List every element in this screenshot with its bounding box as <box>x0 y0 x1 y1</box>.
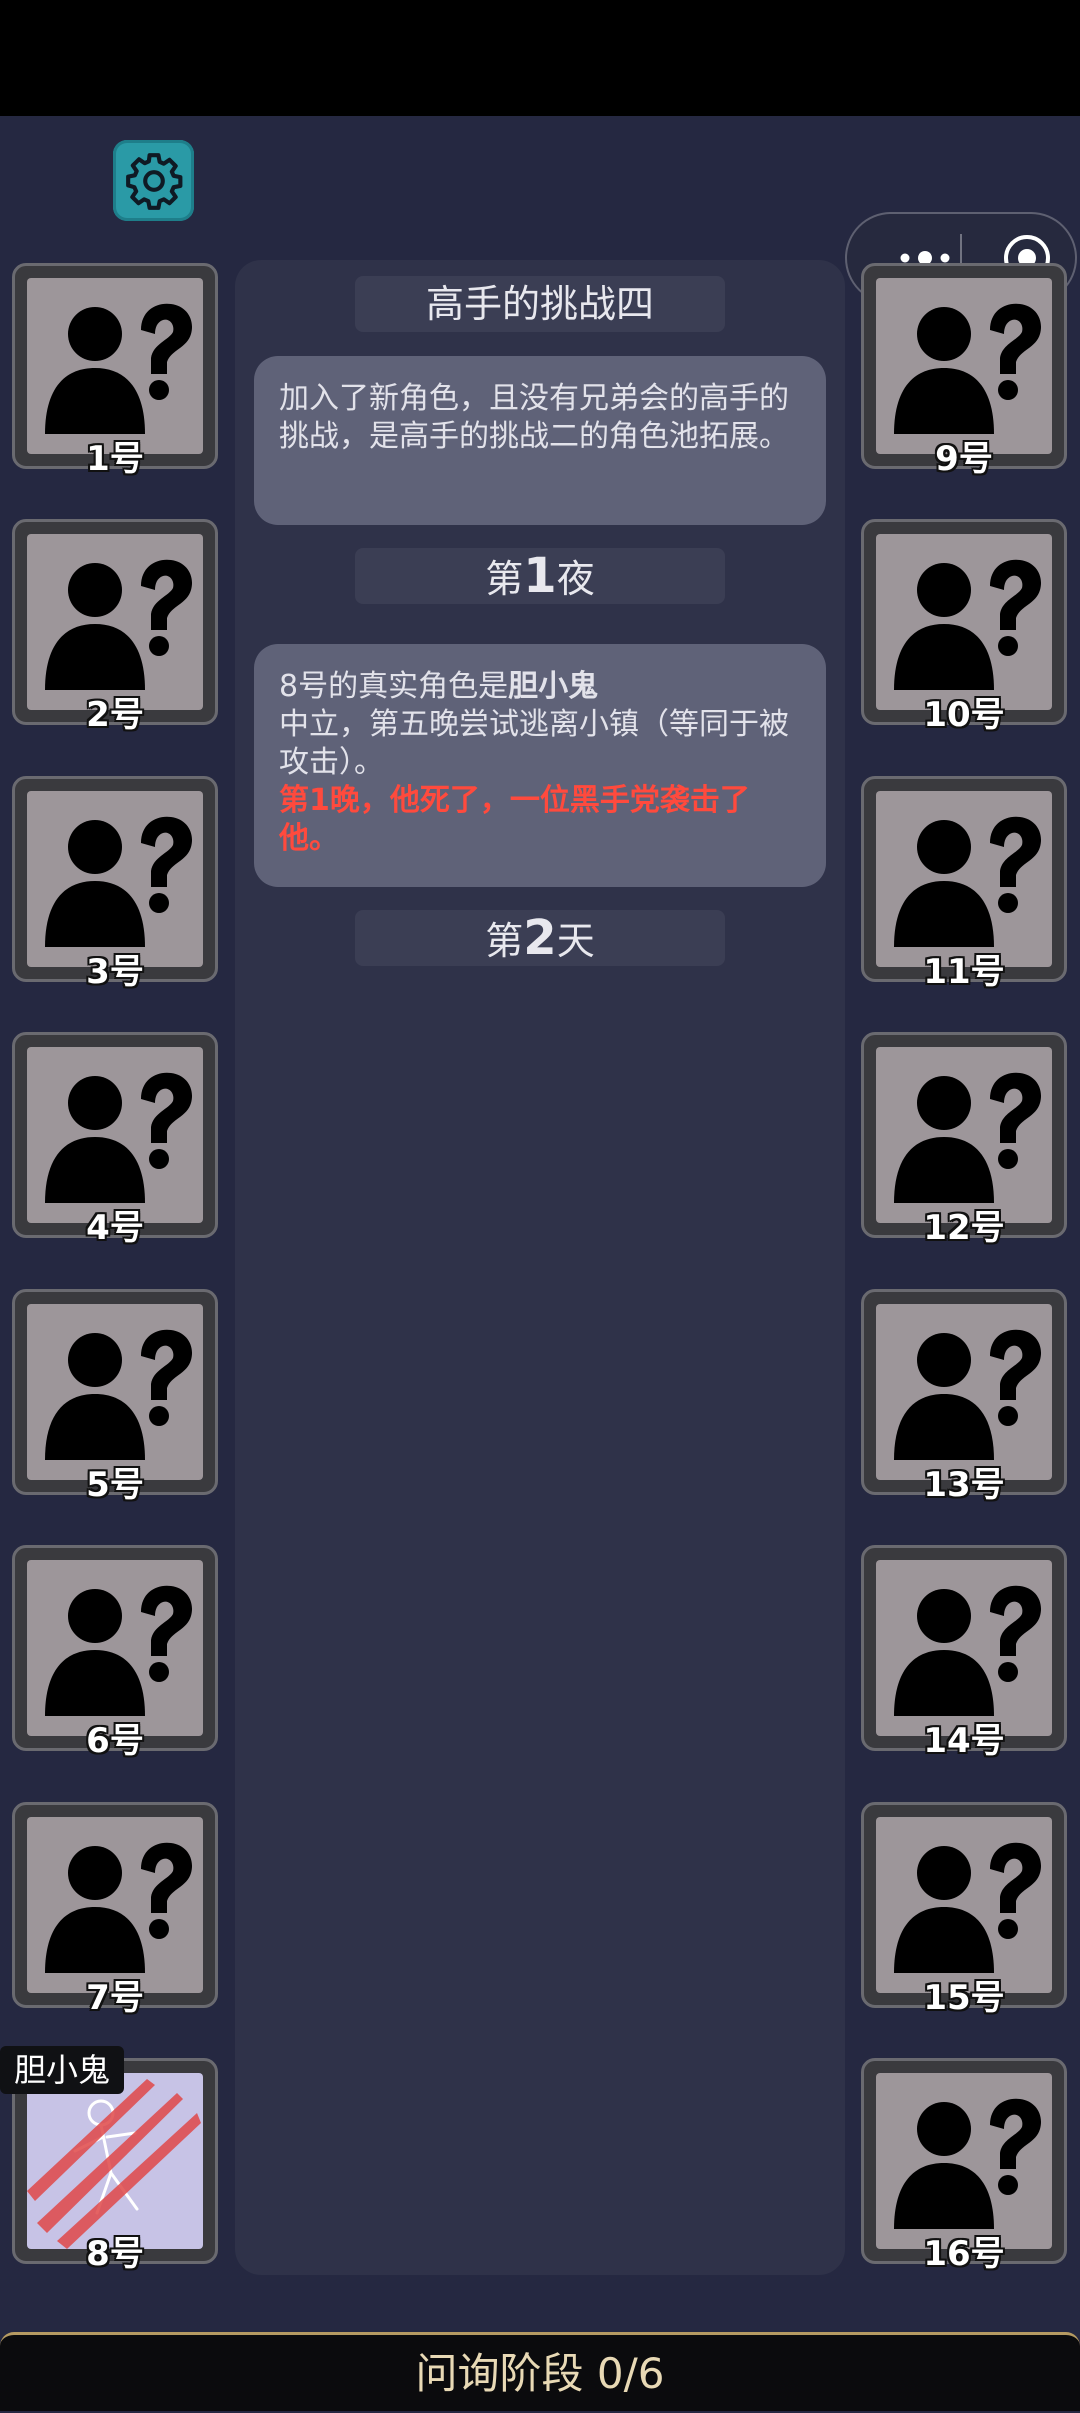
unknown-person-icon <box>894 303 1042 434</box>
unknown-person-icon <box>45 1072 193 1203</box>
death-notice-text: 第1晚，他死了，一位黑手党袭击了他。 <box>279 783 750 856</box>
night-1-header: 第1夜 <box>355 548 725 604</box>
player-portrait-unknown <box>876 1304 1052 1480</box>
player-slot[interactable]: 14号 <box>861 1545 1067 1761</box>
coward-dead-portrait-icon <box>27 2079 201 2249</box>
player-portrait-unknown <box>27 1047 203 1223</box>
revealed-role-name: 胆小鬼 <box>508 669 599 704</box>
player-number-label: 7号 <box>86 1978 144 2018</box>
game-mode-title-text: 高手的挑战四 <box>425 282 654 326</box>
mode-description-bubble: 加入了新角色，且没有兄弟会的高手的挑战，是高手的挑战二的角色池拓展。 <box>254 356 826 525</box>
player-portrait-unknown <box>27 1304 203 1480</box>
player-portrait-unknown <box>876 791 1052 967</box>
player-8-role-tag: 胆小鬼 <box>0 2046 125 2094</box>
night-prefix: 第 <box>485 557 524 601</box>
unknown-person-icon <box>894 559 1042 690</box>
player-slot[interactable]: 1号 <box>12 263 218 479</box>
unknown-person-icon <box>894 1585 1042 1716</box>
day-number: 2 <box>523 910 557 966</box>
day-suffix: 天 <box>556 919 595 963</box>
player-number-label: 10号 <box>923 695 1005 735</box>
player-portrait-unknown <box>876 278 1052 454</box>
unknown-person-icon <box>45 559 193 690</box>
player-slot[interactable]: 16号 <box>861 2058 1067 2274</box>
player-number-label: 4号 <box>86 1208 144 1248</box>
player-number-label: 16号 <box>923 2234 1005 2274</box>
player-portrait-unknown <box>876 1560 1052 1736</box>
game-mode-title: 高手的挑战四 <box>355 276 725 332</box>
night-suffix: 夜 <box>556 557 595 601</box>
player-number-label: 1号 <box>86 439 144 479</box>
night-1-report-bubble: 8号的真实角色是胆小鬼 中立，第五晚尝试逃离小镇（等同于被攻击）。 第1晚，他死… <box>254 644 826 887</box>
unknown-person-icon <box>894 1072 1042 1203</box>
player-number-label: 3号 <box>86 952 144 992</box>
phase-status-bar: 问询阶段 0/6 <box>0 2332 1080 2411</box>
player-number-label: 12号 <box>923 1208 1005 1248</box>
unknown-person-icon <box>894 816 1042 947</box>
player-slot[interactable]: 7号 <box>12 1802 218 2018</box>
unknown-person-icon <box>45 1842 193 1973</box>
player-number-label: 13号 <box>923 1465 1005 1505</box>
unknown-person-icon <box>45 303 193 434</box>
player-portrait-unknown <box>27 1560 203 1736</box>
role-reveal-prefix: 8号的真实角色是 <box>279 669 509 704</box>
unknown-person-icon <box>45 1585 193 1716</box>
role-reveal-line: 8号的真实角色是胆小鬼 <box>279 668 804 706</box>
role-description-text: 中立，第五晚尝试逃离小镇（等同于被攻击）。 <box>279 707 789 780</box>
player-number-label: 8号 <box>86 2234 144 2274</box>
player-slot[interactable]: 4号 <box>12 1032 218 1248</box>
player-number-label: 14号 <box>923 1721 1005 1761</box>
player-slot[interactable]: 12号 <box>861 1032 1067 1248</box>
player-portrait-revealed <box>27 2073 203 2249</box>
unknown-person-icon <box>894 1842 1042 1973</box>
player-number-label: 6号 <box>86 1721 144 1761</box>
phase-status-text: 问询阶段 0/6 <box>415 2349 665 2398</box>
night-number: 1 <box>523 548 557 604</box>
player-slot[interactable]: 10号 <box>861 519 1067 735</box>
player-number-label: 9号 <box>935 439 993 479</box>
player-number-label: 2号 <box>86 695 144 735</box>
player-portrait-unknown <box>27 278 203 454</box>
gear-icon <box>125 152 182 210</box>
unknown-person-icon <box>45 816 193 947</box>
player-number-label: 15号 <box>923 1978 1005 2018</box>
unknown-person-icon <box>45 1329 193 1460</box>
player-number-label: 5号 <box>86 1465 144 1505</box>
player-slot[interactable]: 2号 <box>12 519 218 735</box>
player-portrait-unknown <box>27 791 203 967</box>
player-slot[interactable]: 15号 <box>861 1802 1067 2018</box>
player-slot[interactable]: 3号 <box>12 776 218 992</box>
unknown-person-icon <box>894 2098 1042 2229</box>
player-slot[interactable]: 13号 <box>861 1289 1067 1505</box>
settings-button[interactable] <box>113 140 194 221</box>
player-slot[interactable]: 9号 <box>861 263 1067 479</box>
player-slot[interactable]: 6号 <box>12 1545 218 1761</box>
player-portrait-unknown <box>876 1817 1052 1993</box>
day-2-header: 第2天 <box>355 910 725 966</box>
player-portrait-unknown <box>27 1817 203 1993</box>
mode-description-text: 加入了新角色，且没有兄弟会的高手的挑战，是高手的挑战二的角色池拓展。 <box>279 381 789 454</box>
player-portrait-unknown <box>876 534 1052 710</box>
unknown-person-icon <box>894 1329 1042 1460</box>
player-portrait-unknown <box>27 534 203 710</box>
player-slot[interactable]: 11号 <box>861 776 1067 992</box>
status-bar <box>0 0 1080 116</box>
player-portrait-unknown <box>876 2073 1052 2249</box>
player-number-label: 11号 <box>923 952 1005 992</box>
player-portrait-unknown <box>876 1047 1052 1223</box>
player-slot[interactable]: 5号 <box>12 1289 218 1505</box>
day-prefix: 第 <box>485 919 524 963</box>
